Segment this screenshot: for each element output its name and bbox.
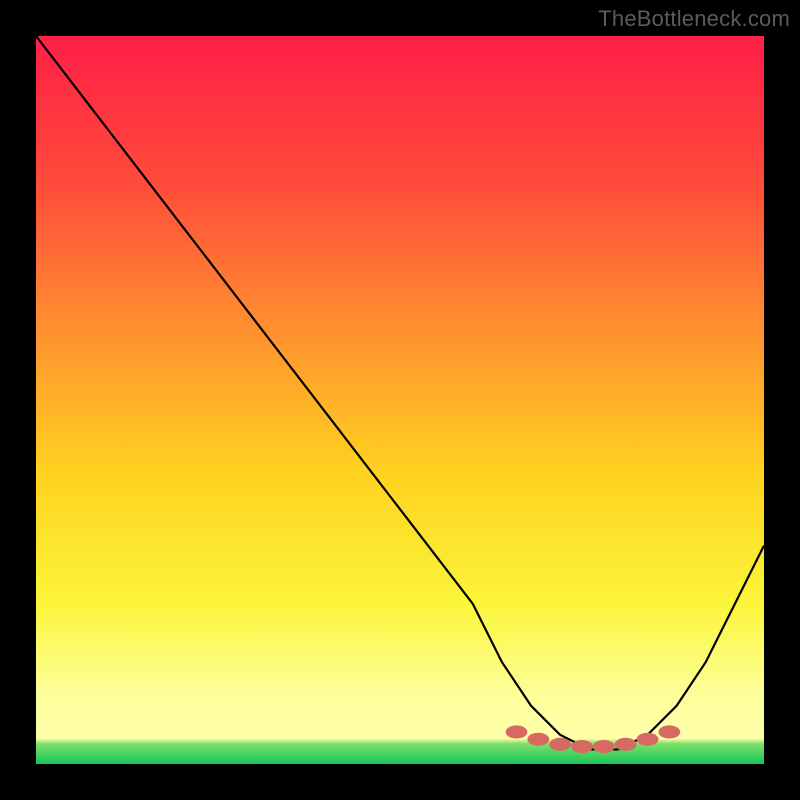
- chart-wrapper: TheBottleneck.com: [0, 0, 800, 800]
- optimal-dot: [658, 725, 680, 738]
- optimal-dot: [615, 738, 637, 751]
- optimal-dot: [527, 733, 549, 746]
- bottleneck-chart: [36, 36, 764, 764]
- attribution-text: TheBottleneck.com: [598, 6, 790, 32]
- optimal-dot: [593, 740, 615, 753]
- optimal-dot: [506, 725, 528, 738]
- gradient-background: [36, 36, 764, 764]
- optimal-dot: [549, 738, 571, 751]
- optimal-dot: [637, 733, 659, 746]
- optimal-dot: [571, 740, 593, 753]
